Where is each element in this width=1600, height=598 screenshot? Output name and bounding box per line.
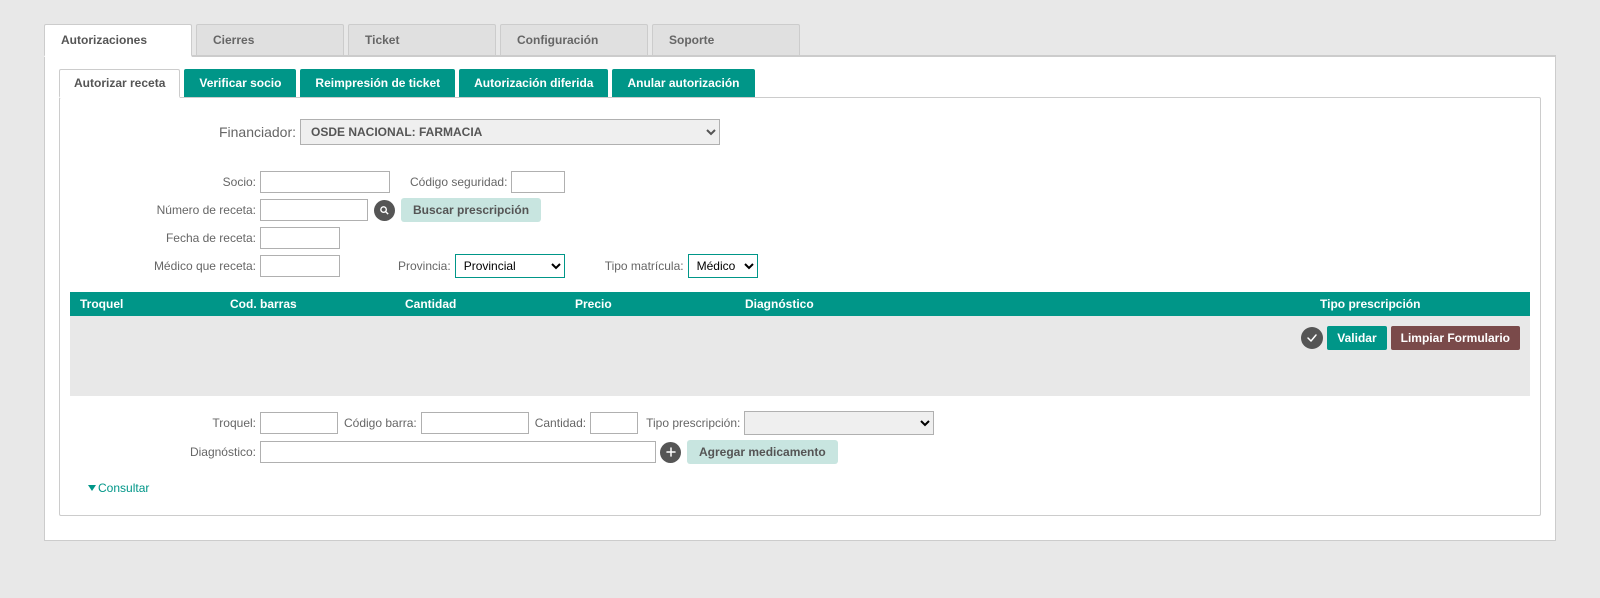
tipo-prescripcion-select[interactable] xyxy=(744,411,934,435)
consultar-label: Consultar xyxy=(98,481,149,495)
th-diagnostico: Diagnóstico xyxy=(745,297,1320,311)
subtab-autorizar-receta[interactable]: Autorizar receta xyxy=(59,69,180,98)
medico-receta-input[interactable] xyxy=(260,255,340,277)
provincia-label: Provincia: xyxy=(398,259,455,273)
cantidad-label: Cantidad: xyxy=(529,416,590,430)
fecha-receta-label: Fecha de receta: xyxy=(70,231,260,245)
socio-input[interactable] xyxy=(260,171,390,193)
troquel-input[interactable] xyxy=(260,412,338,434)
validar-button[interactable]: Validar xyxy=(1327,326,1386,350)
th-precio: Precio xyxy=(575,297,745,311)
subtab-reimpresion[interactable]: Reimpresión de ticket xyxy=(300,69,455,97)
subtab-diferida[interactable]: Autorización diferida xyxy=(459,69,608,97)
tab-autorizaciones[interactable]: Autorizaciones xyxy=(44,24,192,57)
sub-tabs: Autorizar receta Verificar socio Reimpre… xyxy=(59,69,1547,97)
main-panel: Autorizar receta Verificar socio Reimpre… xyxy=(44,57,1556,541)
agregar-medicamento-button[interactable]: Agregar medicamento xyxy=(687,440,838,464)
fecha-receta-input[interactable] xyxy=(260,227,340,249)
troquel-label: Troquel: xyxy=(70,416,260,430)
th-troquel: Troquel xyxy=(80,297,230,311)
tab-ticket[interactable]: Ticket xyxy=(348,24,496,55)
tab-soporte[interactable]: Soporte xyxy=(652,24,800,55)
th-cod-barras: Cod. barras xyxy=(230,297,405,311)
table-header: Troquel Cod. barras Cantidad Precio Diag… xyxy=(70,292,1530,316)
diagnostico-input[interactable] xyxy=(260,441,656,463)
top-tabs: Autorizaciones Cierres Ticket Configurac… xyxy=(44,24,1556,57)
diagnostico-label: Diagnóstico: xyxy=(70,445,260,459)
codigo-seguridad-input[interactable] xyxy=(511,171,565,193)
check-icon xyxy=(1301,327,1323,349)
limpiar-button[interactable]: Limpiar Formulario xyxy=(1391,326,1520,350)
subtab-anular[interactable]: Anular autorización xyxy=(612,69,754,97)
tab-configuracion[interactable]: Configuración xyxy=(500,24,648,55)
tipo-matricula-label: Tipo matrícula: xyxy=(605,259,688,273)
codigo-seguridad-label: Código seguridad: xyxy=(410,175,511,189)
codigo-barra-input[interactable] xyxy=(421,412,529,434)
th-tipo-prescripcion: Tipo prescripción xyxy=(1320,297,1520,311)
plus-icon[interactable] xyxy=(660,442,681,463)
subtab-verificar-socio[interactable]: Verificar socio xyxy=(184,69,296,97)
tab-cierres[interactable]: Cierres xyxy=(196,24,344,55)
codigo-barra-label: Código barra: xyxy=(338,416,421,430)
provincia-select[interactable]: Provincial xyxy=(455,254,565,278)
tipo-prescripcion-label: Tipo prescripción: xyxy=(638,416,744,430)
table-body: Validar Limpiar Formulario xyxy=(70,316,1530,396)
tipo-matricula-select[interactable]: Médico xyxy=(688,254,758,278)
th-cantidad: Cantidad xyxy=(405,297,575,311)
triangle-down-icon xyxy=(88,485,96,491)
search-icon[interactable] xyxy=(374,200,395,221)
numero-receta-label: Número de receta: xyxy=(70,203,260,217)
numero-receta-input[interactable] xyxy=(260,199,368,221)
consultar-link[interactable]: Consultar xyxy=(88,481,149,495)
buscar-prescripcion-button[interactable]: Buscar prescripción xyxy=(401,198,541,222)
financiador-label: Financiador: xyxy=(70,124,300,140)
cantidad-input[interactable] xyxy=(590,412,638,434)
financiador-select[interactable]: OSDE NACIONAL: FARMACIA xyxy=(300,119,720,145)
content-panel: Financiador: OSDE NACIONAL: FARMACIA Soc… xyxy=(59,97,1541,516)
medico-receta-label: Médico que receta: xyxy=(70,259,260,273)
socio-label: Socio: xyxy=(70,175,260,189)
